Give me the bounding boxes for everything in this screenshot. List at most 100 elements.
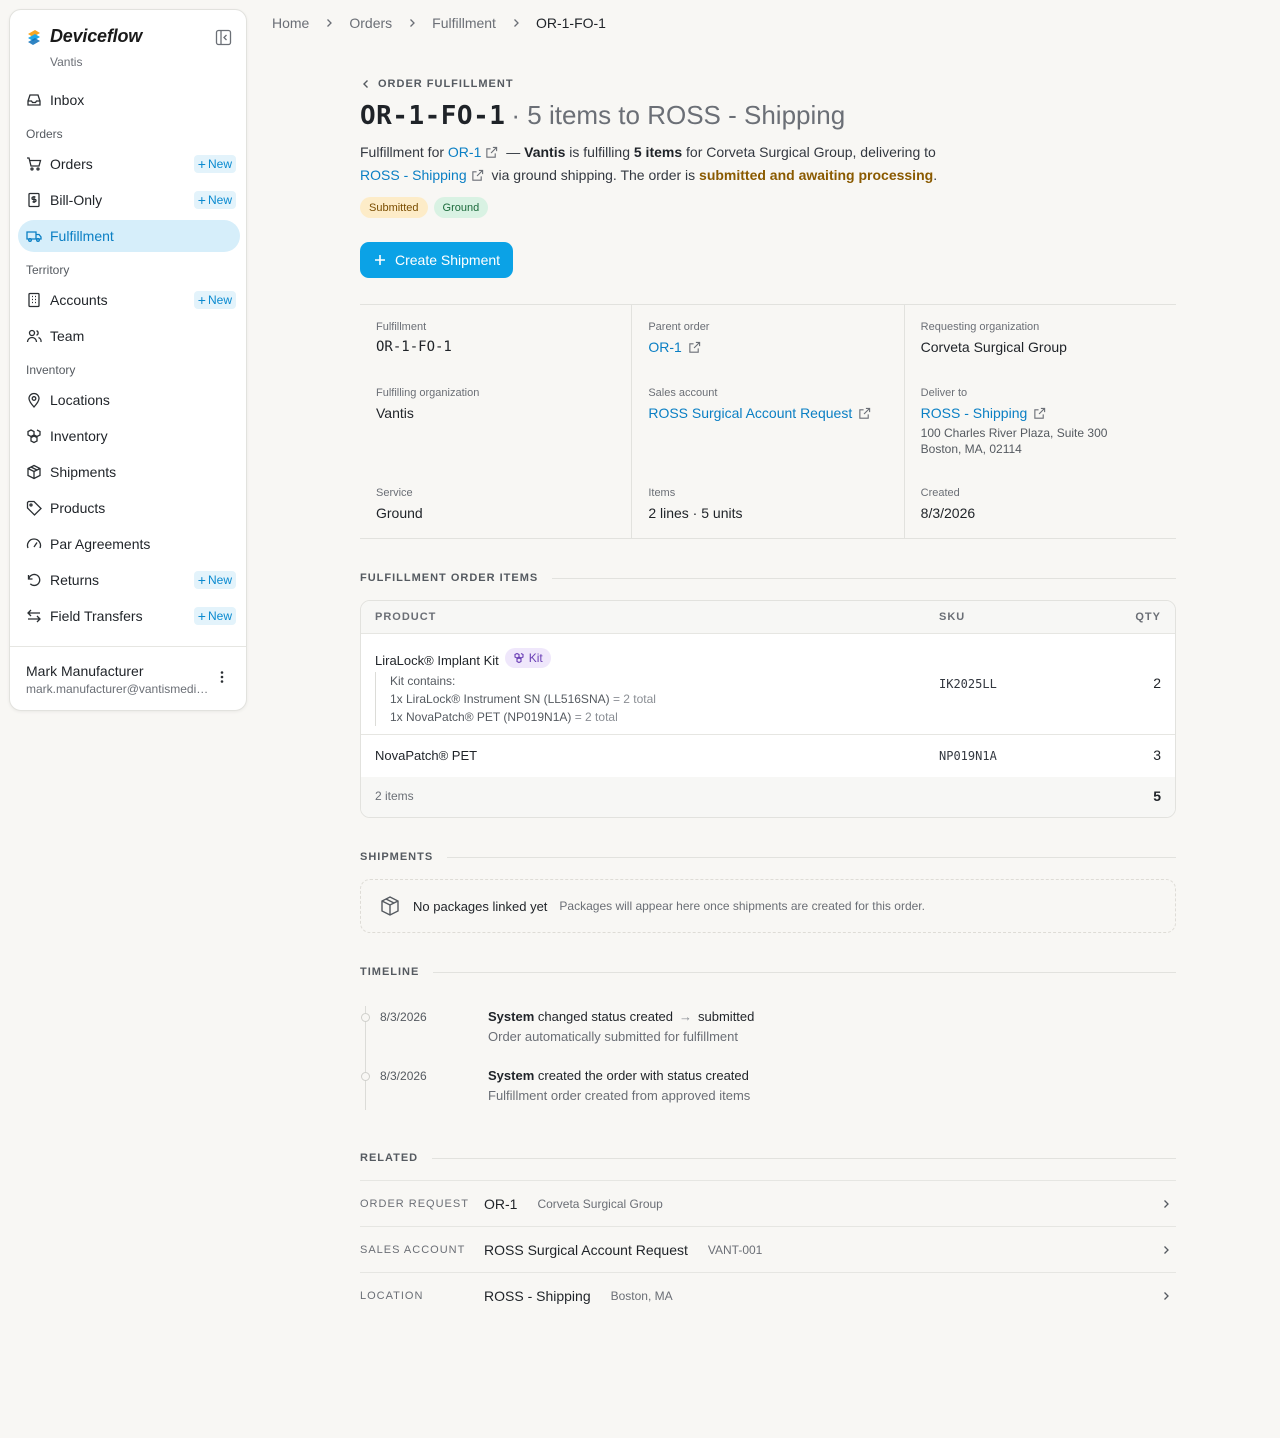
package-icon bbox=[27, 464, 41, 480]
table-row[interactable]: LiraLock® Implant Kit Kit Kit contains: 1… bbox=[361, 634, 1175, 735]
field-label: Fulfilling organization bbox=[376, 387, 480, 399]
new-return-button[interactable]: + New bbox=[193, 571, 236, 589]
related-key: LOCATION bbox=[360, 1289, 424, 1302]
timeline-section-header: TIMELINE bbox=[360, 966, 1176, 978]
column-sku: SKU bbox=[939, 611, 966, 623]
breadcrumb-home[interactable]: Home bbox=[272, 15, 309, 31]
related-sales-account[interactable]: SALES ACCOUNT ROSS Surgical Account Requ… bbox=[360, 1226, 1176, 1272]
tag-icon bbox=[26, 500, 42, 516]
new-label: New bbox=[207, 609, 232, 623]
new-label: New bbox=[207, 573, 232, 587]
badges: Submitted Ground bbox=[360, 197, 1176, 218]
kit-line-total: = 2 total bbox=[571, 710, 618, 724]
chevron-right-icon bbox=[1164, 1292, 1169, 1300]
sidebar-item-team[interactable]: Team bbox=[18, 320, 240, 352]
location-link[interactable]: ROSS - Shipping bbox=[360, 167, 467, 183]
field-value: OR-1-FO-1 bbox=[376, 339, 452, 355]
summary-part: via ground shipping. The order is bbox=[487, 167, 700, 183]
sidebar-item-fulfillment[interactable]: Fulfillment bbox=[18, 220, 240, 252]
external-link-icon[interactable] bbox=[858, 407, 871, 420]
sidebar-item-label: Bill-Only bbox=[50, 192, 103, 208]
summary-org: Vantis bbox=[524, 144, 566, 160]
logo-icon bbox=[28, 29, 40, 45]
new-field-transfer-button[interactable]: + New bbox=[193, 607, 236, 625]
event-note: Order automatically submitted for fulfil… bbox=[488, 1029, 738, 1044]
product-name: NovaPatch® PET bbox=[375, 748, 478, 763]
sidebar-item-par-agreements[interactable]: Par Agreements bbox=[18, 528, 240, 560]
sidebar-item-products[interactable]: Products bbox=[18, 492, 240, 524]
field-label: Requesting organization bbox=[920, 321, 1040, 333]
items-section-header: FULFILLMENT ORDER ITEMS bbox=[360, 572, 1176, 584]
section-title: FULFILLMENT ORDER ITEMS bbox=[360, 572, 539, 584]
sidebar-item-bill-only[interactable]: Bill-Only + New bbox=[18, 184, 240, 216]
section-title: SHIPMENTS bbox=[360, 851, 434, 863]
external-link-icon[interactable] bbox=[1033, 407, 1046, 420]
arrow-right-icon: → bbox=[679, 1009, 693, 1024]
field-fulfillment: Fulfillment OR-1-FO-1 bbox=[376, 321, 452, 355]
breadcrumb-current: OR-1-FO-1 bbox=[535, 15, 606, 31]
external-link-icon[interactable] bbox=[688, 341, 701, 354]
user-email: mark.manufacturer@vantismedical.com bbox=[26, 682, 212, 696]
field-parent-order: Parent order OR-1 bbox=[648, 321, 709, 355]
sidebar-item-orders[interactable]: Orders + New bbox=[18, 148, 240, 180]
event-to-status: submitted bbox=[698, 1009, 755, 1024]
sidebar-item-accounts[interactable]: Accounts + New bbox=[18, 284, 240, 316]
fulfillment-code: OR-1-FO-1 bbox=[360, 101, 506, 131]
new-account-button[interactable]: + New bbox=[193, 291, 236, 309]
details-grid: Fulfillment OR-1-FO-1 Fulfilling organiz… bbox=[360, 304, 1176, 539]
details-col-1: Fulfillment OR-1-FO-1 Fulfilling organiz… bbox=[360, 305, 633, 538]
details-col-2: Parent order OR-1 Sales account ROSS Sur… bbox=[632, 305, 905, 538]
summary-part: for Corveta Surgical Group, delivering t… bbox=[682, 144, 936, 160]
kit-contains-label: Kit contains: bbox=[390, 674, 456, 688]
new-order-button[interactable]: + New bbox=[193, 155, 236, 173]
sales-account-link[interactable]: ROSS Surgical Account Request bbox=[648, 405, 852, 421]
field-label: Created bbox=[920, 487, 960, 499]
sidebar-item-inbox[interactable]: Inbox bbox=[18, 84, 240, 116]
back-link[interactable]: ORDER FULFILLMENT bbox=[360, 76, 1176, 92]
sidebar-item-locations[interactable]: Locations bbox=[18, 384, 240, 416]
nav-section-orders: Orders bbox=[26, 127, 63, 141]
page-title: OR-1-FO-1 · 5 items to ROSS - Shipping bbox=[360, 100, 1176, 131]
field-value: Ground bbox=[376, 505, 423, 521]
event-date: 8/3/2026 bbox=[380, 1069, 427, 1083]
order-link[interactable]: OR-1 bbox=[448, 144, 481, 160]
breadcrumb-fulfillment[interactable]: Fulfillment bbox=[432, 15, 496, 31]
new-bill-only-button[interactable]: + New bbox=[193, 191, 236, 209]
brand[interactable]: Deviceflow bbox=[26, 26, 142, 47]
more-vertical-icon[interactable] bbox=[214, 669, 230, 685]
sidebar-item-inventory[interactable]: Inventory bbox=[18, 420, 240, 452]
section-title: RELATED bbox=[360, 1152, 419, 1164]
sidebar-item-returns[interactable]: Returns + New bbox=[18, 564, 240, 596]
column-qty: QTY bbox=[1135, 611, 1161, 623]
event-date: 8/3/2026 bbox=[380, 1010, 427, 1024]
item-total: 5 bbox=[1153, 788, 1161, 804]
chevron-left-icon bbox=[363, 80, 368, 88]
event-action: created the order with status created bbox=[534, 1068, 749, 1083]
breadcrumb-orders[interactable]: Orders bbox=[349, 15, 392, 31]
sidebar-item-label: Products bbox=[50, 500, 106, 516]
eyebrow-label: ORDER FULFILLMENT bbox=[378, 78, 514, 90]
kit-line: 1x LiraLock® Instrument SN (LL516SNA) = … bbox=[390, 690, 656, 708]
user-profile[interactable]: Mark Manufacturer mark.manufacturer@vant… bbox=[10, 646, 246, 696]
external-link-icon[interactable] bbox=[471, 169, 484, 182]
item-count: 2 items bbox=[375, 789, 414, 803]
create-shipment-button[interactable]: Create Shipment bbox=[360, 242, 514, 278]
deliver-to-link[interactable]: ROSS - Shipping bbox=[921, 405, 1028, 421]
sidebar-collapse-icon[interactable] bbox=[215, 29, 232, 46]
field-fulfilling-org: Fulfilling organization Vantis bbox=[376, 387, 479, 421]
qty: 2 bbox=[1153, 675, 1161, 691]
truck-icon bbox=[26, 231, 42, 242]
related-order-request[interactable]: ORDER REQUEST OR-1 Corveta Surgical Grou… bbox=[360, 1180, 1176, 1226]
related-key: ORDER REQUEST bbox=[360, 1197, 469, 1210]
related-value: OR-1 bbox=[484, 1195, 518, 1212]
table-row[interactable]: NovaPatch® PET NP019N1A 3 bbox=[361, 735, 1175, 778]
chevron-right-icon bbox=[410, 19, 416, 27]
related-detail: Boston, MA bbox=[610, 1288, 673, 1303]
sidebar-item-field-transfers[interactable]: Field Transfers + New bbox=[18, 600, 240, 632]
external-link-icon[interactable] bbox=[485, 146, 498, 159]
sidebar-item-shipments[interactable]: Shipments bbox=[18, 456, 240, 488]
related-location[interactable]: LOCATION ROSS - Shipping Boston, MA bbox=[360, 1272, 1176, 1318]
related-section-header: RELATED bbox=[360, 1152, 1176, 1164]
sidebar-item-label: Locations bbox=[50, 392, 110, 408]
parent-order-link[interactable]: OR-1 bbox=[648, 339, 681, 355]
